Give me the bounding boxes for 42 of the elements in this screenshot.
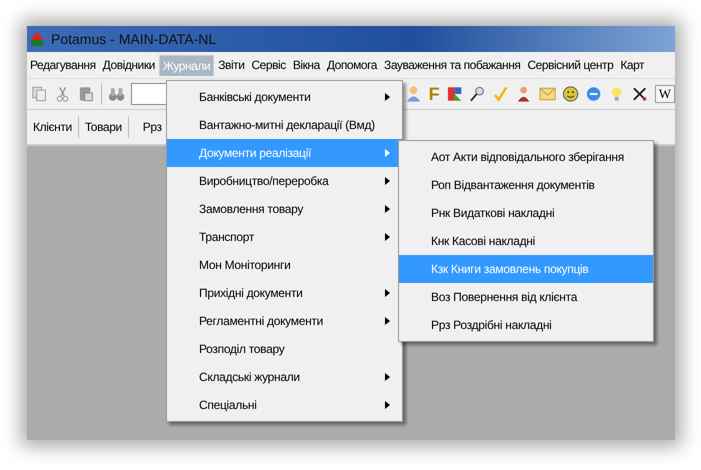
menu-entry[interactable]: Регламентні документи xyxy=(167,307,402,335)
clipboard-icon[interactable] xyxy=(77,85,95,103)
menu-item[interactable]: Зауваження та побажання xyxy=(381,55,524,75)
menu-item[interactable]: Редагування xyxy=(27,55,99,75)
menu-entry[interactable]: Роп Відвантаження документів xyxy=(399,171,653,199)
menu-item[interactable]: Сервіс xyxy=(248,55,289,75)
menu-item[interactable]: Карт xyxy=(617,55,648,75)
chart-icon[interactable] xyxy=(446,85,463,103)
menu-entry[interactable]: Замовлення товару xyxy=(167,195,402,223)
menu-item[interactable]: Вікна xyxy=(290,55,323,75)
menu-entry[interactable]: Банківські документи xyxy=(167,83,402,111)
menu-item[interactable]: Допомога xyxy=(324,55,380,75)
smiley-icon[interactable] xyxy=(562,85,579,103)
menu-entry[interactable]: Ррз Роздрібні накладні xyxy=(399,311,653,339)
menu-item[interactable]: Довідники xyxy=(100,55,158,75)
menu-entry[interactable]: Кнк Касові накладні xyxy=(399,227,653,255)
letter-button[interactable]: W xyxy=(654,85,675,103)
copy-icon[interactable] xyxy=(31,85,48,103)
tab[interactable]: Клієнти xyxy=(27,116,79,138)
person-icon[interactable] xyxy=(405,85,423,103)
menu-entry[interactable]: Воз Повернення від клієнта xyxy=(399,283,653,311)
menu-entry[interactable]: Виробництво/переробка xyxy=(167,167,402,195)
menu-entry[interactable]: Складські журнали xyxy=(167,363,402,391)
check-icon[interactable] xyxy=(492,85,510,103)
envelope-icon[interactable] xyxy=(538,85,556,103)
menu-entry[interactable]: Мон Моніторинги xyxy=(167,251,402,279)
menu-item[interactable]: Звіти xyxy=(215,55,248,75)
menu-entry[interactable]: Спеціальні xyxy=(167,391,402,419)
menu-entry[interactable]: Розподіл товару xyxy=(167,335,402,363)
menu-entry[interactable]: Аот Акти відповідального зберігання xyxy=(399,143,653,171)
tab[interactable]: Товари xyxy=(78,116,129,138)
menu-entry[interactable]: Вантажно-митні декларації (Вмд) xyxy=(167,111,402,139)
house-logo-icon xyxy=(29,31,45,47)
tab[interactable]: Ррз xyxy=(128,116,168,138)
menu-entry[interactable]: Прихідні документи xyxy=(167,279,402,307)
magnifier-icon[interactable] xyxy=(468,85,486,103)
menu-entry[interactable]: Рнк Видаткові накладні xyxy=(399,199,653,227)
scissors-icon[interactable] xyxy=(54,85,72,103)
menu-entry[interactable]: Транспорт xyxy=(167,223,402,251)
menu-item[interactable]: Сервісний центр xyxy=(524,55,616,75)
search-field[interactable] xyxy=(130,83,168,105)
window-title: Potamus - MAIN-DATA-NL xyxy=(51,31,216,47)
